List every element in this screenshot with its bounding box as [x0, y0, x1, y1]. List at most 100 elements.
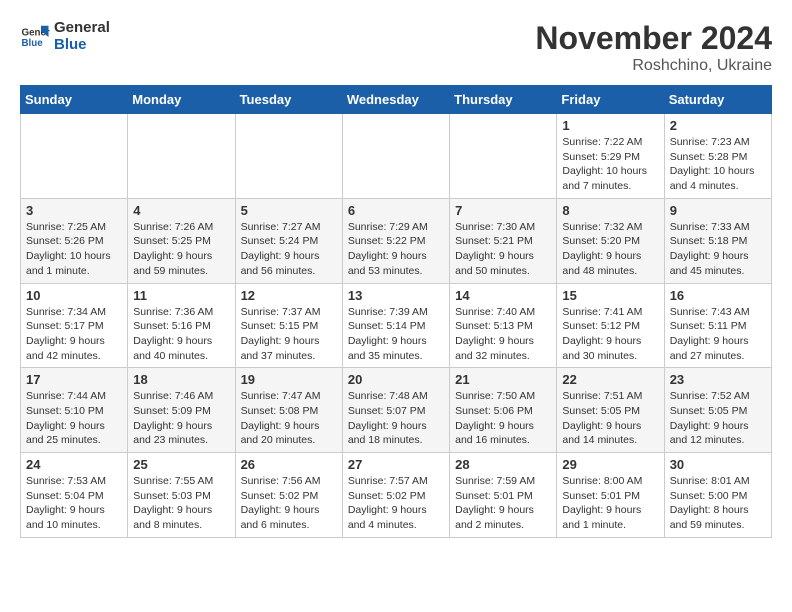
calendar-cell: 7 Sunrise: 7:30 AMSunset: 5:21 PMDaylight…	[450, 198, 557, 283]
day-info: Sunrise: 7:23 AMSunset: 5:28 PMDaylight:…	[670, 135, 766, 194]
calendar-cell: 17Sunrise: 7:44 AMSunset: 5:10 PMDayligh…	[21, 368, 128, 453]
calendar-cell: 26 Sunrise: 7:56 AMSunset: 5:02 PMDayligh…	[235, 453, 342, 538]
weekday-header-tuesday: Tuesday	[235, 86, 342, 114]
day-info: Sunrise: 7:30 AMSunset: 5:21 PMDaylight:…	[455, 220, 551, 279]
day-info: Sunrise: 8:00 AMSunset: 5:01 PMDaylight:…	[562, 474, 658, 533]
calendar-week-row: 10 Sunrise: 7:34 AMSunset: 5:17 PMDayligh…	[21, 283, 772, 368]
day-number: 4	[133, 203, 229, 218]
weekday-header-monday: Monday	[128, 86, 235, 114]
day-number: 19	[241, 372, 337, 387]
day-number: 16	[670, 288, 766, 303]
calendar-cell: 18 Sunrise: 7:46 AMSunset: 5:09 PMDayligh…	[128, 368, 235, 453]
location-subtitle: Roshchino, Ukraine	[535, 57, 772, 75]
logo-line2: Blue	[54, 37, 110, 54]
month-year-title: November 2024	[535, 20, 772, 57]
title-block: November 2024 Roshchino, Ukraine	[535, 20, 772, 75]
calendar-header: SundayMondayTuesdayWednesdayThursdayFrid…	[21, 86, 772, 114]
calendar-cell	[342, 114, 449, 199]
day-number: 18	[133, 372, 229, 387]
day-number: 24	[26, 457, 122, 472]
logo-line1: General	[54, 20, 110, 37]
day-info: Sunrise: 7:46 AMSunset: 5:09 PMDaylight:…	[133, 389, 229, 448]
calendar-body: 1 Sunrise: 7:22 AMSunset: 5:29 PMDaylight…	[21, 114, 772, 538]
weekday-header-friday: Friday	[557, 86, 664, 114]
weekday-header-saturday: Saturday	[664, 86, 771, 114]
day-info: Sunrise: 7:50 AMSunset: 5:06 PMDaylight:…	[455, 389, 551, 448]
day-info: Sunrise: 7:33 AMSunset: 5:18 PMDaylight:…	[670, 220, 766, 279]
calendar-cell: 4 Sunrise: 7:26 AMSunset: 5:25 PMDaylight…	[128, 198, 235, 283]
day-number: 27	[348, 457, 444, 472]
day-info: Sunrise: 7:26 AMSunset: 5:25 PMDaylight:…	[133, 220, 229, 279]
day-info: Sunrise: 7:55 AMSunset: 5:03 PMDaylight:…	[133, 474, 229, 533]
calendar-week-row: 17Sunrise: 7:44 AMSunset: 5:10 PMDayligh…	[21, 368, 772, 453]
calendar-cell: 10 Sunrise: 7:34 AMSunset: 5:17 PMDayligh…	[21, 283, 128, 368]
day-info: Sunrise: 7:27 AMSunset: 5:24 PMDaylight:…	[241, 220, 337, 279]
day-info: Sunrise: 7:22 AMSunset: 5:29 PMDaylight:…	[562, 135, 658, 194]
calendar-cell: 23 Sunrise: 7:52 AMSunset: 5:05 PMDayligh…	[664, 368, 771, 453]
day-number: 21	[455, 372, 551, 387]
day-number: 1	[562, 118, 658, 133]
calendar-cell	[128, 114, 235, 199]
calendar-cell: 24 Sunrise: 7:53 AMSunset: 5:04 PMDayligh…	[21, 453, 128, 538]
calendar-cell: 28 Sunrise: 7:59 AMSunset: 5:01 PMDayligh…	[450, 453, 557, 538]
day-number: 13	[348, 288, 444, 303]
day-number: 30	[670, 457, 766, 472]
calendar-cell: 13Sunrise: 7:39 AMSunset: 5:14 PMDayligh…	[342, 283, 449, 368]
day-info: Sunrise: 7:43 AMSunset: 5:11 PMDaylight:…	[670, 305, 766, 364]
calendar-cell: 12Sunrise: 7:37 AMSunset: 5:15 PMDayligh…	[235, 283, 342, 368]
day-number: 10	[26, 288, 122, 303]
logo: General Blue General Blue	[20, 20, 110, 53]
day-info: Sunrise: 7:29 AMSunset: 5:22 PMDaylight:…	[348, 220, 444, 279]
calendar-cell: 5Sunrise: 7:27 AMSunset: 5:24 PMDaylight…	[235, 198, 342, 283]
day-info: Sunrise: 7:51 AMSunset: 5:05 PMDaylight:…	[562, 389, 658, 448]
day-number: 3	[26, 203, 122, 218]
day-info: Sunrise: 8:01 AMSunset: 5:00 PMDaylight:…	[670, 474, 766, 533]
day-info: Sunrise: 7:56 AMSunset: 5:02 PMDaylight:…	[241, 474, 337, 533]
calendar-cell: 6 Sunrise: 7:29 AMSunset: 5:22 PMDaylight…	[342, 198, 449, 283]
day-info: Sunrise: 7:48 AMSunset: 5:07 PMDaylight:…	[348, 389, 444, 448]
calendar-cell: 14Sunrise: 7:40 AMSunset: 5:13 PMDayligh…	[450, 283, 557, 368]
day-number: 9	[670, 203, 766, 218]
day-number: 23	[670, 372, 766, 387]
day-info: Sunrise: 7:25 AMSunset: 5:26 PMDaylight:…	[26, 220, 122, 279]
day-number: 6	[348, 203, 444, 218]
day-number: 28	[455, 457, 551, 472]
day-number: 26	[241, 457, 337, 472]
day-number: 12	[241, 288, 337, 303]
day-info: Sunrise: 7:36 AMSunset: 5:16 PMDaylight:…	[133, 305, 229, 364]
day-number: 17	[26, 372, 122, 387]
day-number: 20	[348, 372, 444, 387]
calendar-cell	[235, 114, 342, 199]
day-number: 8	[562, 203, 658, 218]
logo-icon: General Blue	[20, 22, 50, 52]
calendar-cell: 19 Sunrise: 7:47 AMSunset: 5:08 PMDayligh…	[235, 368, 342, 453]
weekday-header-sunday: Sunday	[21, 86, 128, 114]
day-number: 29	[562, 457, 658, 472]
day-info: Sunrise: 7:40 AMSunset: 5:13 PMDaylight:…	[455, 305, 551, 364]
day-info: Sunrise: 7:59 AMSunset: 5:01 PMDaylight:…	[455, 474, 551, 533]
calendar-table: SundayMondayTuesdayWednesdayThursdayFrid…	[20, 85, 772, 538]
day-info: Sunrise: 7:53 AMSunset: 5:04 PMDaylight:…	[26, 474, 122, 533]
day-info: Sunrise: 7:47 AMSunset: 5:08 PMDaylight:…	[241, 389, 337, 448]
day-number: 15	[562, 288, 658, 303]
calendar-week-row: 3 Sunrise: 7:25 AMSunset: 5:26 PMDaylight…	[21, 198, 772, 283]
day-info: Sunrise: 7:32 AMSunset: 5:20 PMDaylight:…	[562, 220, 658, 279]
calendar-cell: 1 Sunrise: 7:22 AMSunset: 5:29 PMDaylight…	[557, 114, 664, 199]
weekday-header-row: SundayMondayTuesdayWednesdayThursdayFrid…	[21, 86, 772, 114]
calendar-cell: 15 Sunrise: 7:41 AMSunset: 5:12 PMDayligh…	[557, 283, 664, 368]
calendar-cell: 9 Sunrise: 7:33 AMSunset: 5:18 PMDaylight…	[664, 198, 771, 283]
day-info: Sunrise: 7:34 AMSunset: 5:17 PMDaylight:…	[26, 305, 122, 364]
day-number: 7	[455, 203, 551, 218]
day-info: Sunrise: 7:52 AMSunset: 5:05 PMDaylight:…	[670, 389, 766, 448]
day-number: 25	[133, 457, 229, 472]
page-header: General Blue General Blue November 2024 …	[20, 20, 772, 75]
weekday-header-thursday: Thursday	[450, 86, 557, 114]
calendar-week-row: 24 Sunrise: 7:53 AMSunset: 5:04 PMDayligh…	[21, 453, 772, 538]
calendar-week-row: 1 Sunrise: 7:22 AMSunset: 5:29 PMDaylight…	[21, 114, 772, 199]
calendar-cell: 2Sunrise: 7:23 AMSunset: 5:28 PMDaylight…	[664, 114, 771, 199]
calendar-cell: 25 Sunrise: 7:55 AMSunset: 5:03 PMDayligh…	[128, 453, 235, 538]
calendar-cell: 11Sunrise: 7:36 AMSunset: 5:16 PMDayligh…	[128, 283, 235, 368]
weekday-header-wednesday: Wednesday	[342, 86, 449, 114]
day-number: 22	[562, 372, 658, 387]
day-info: Sunrise: 7:41 AMSunset: 5:12 PMDaylight:…	[562, 305, 658, 364]
